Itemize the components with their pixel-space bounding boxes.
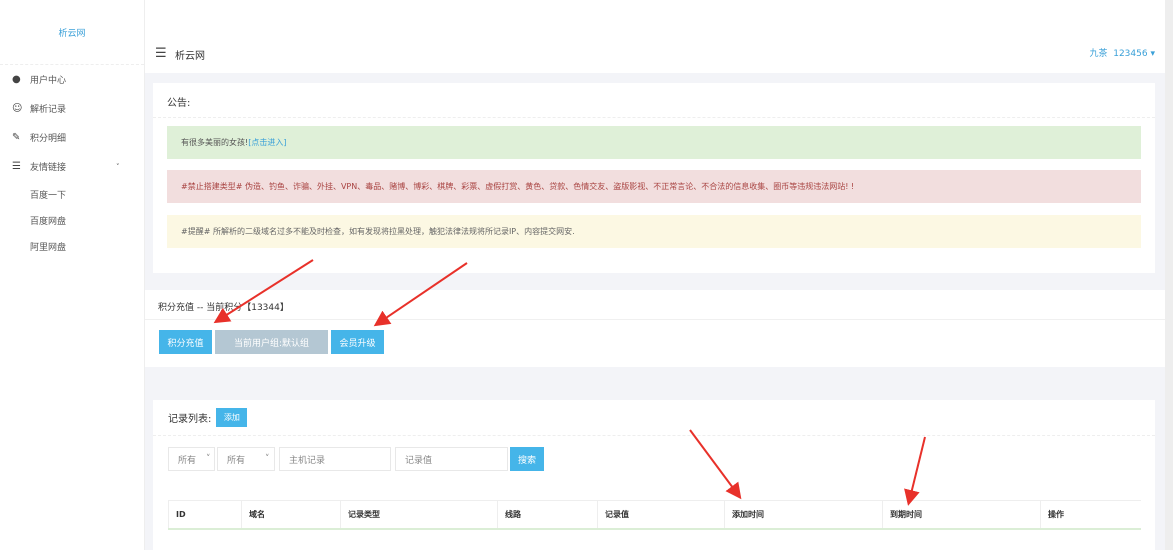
arrow bbox=[373, 262, 468, 327]
annotation-arrows bbox=[213, 259, 926, 506]
arrow bbox=[689, 429, 742, 500]
arrow bbox=[904, 436, 926, 506]
arrow bbox=[213, 259, 314, 324]
